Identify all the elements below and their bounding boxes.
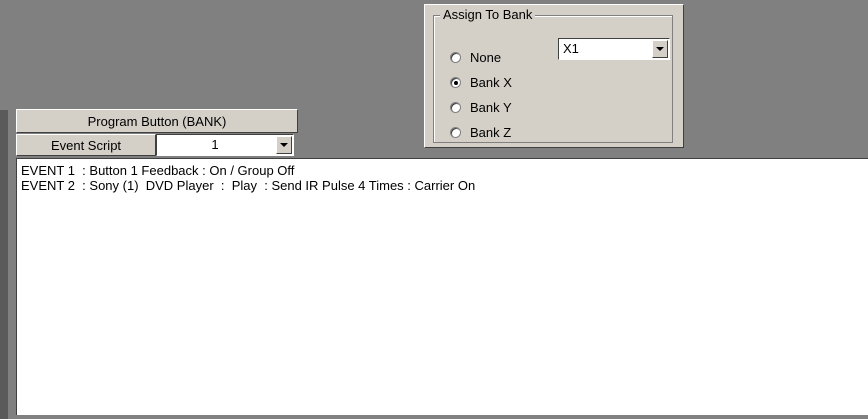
event-script-select[interactable]: 1 xyxy=(156,134,294,156)
radio-none[interactable]: None xyxy=(450,48,501,66)
program-button-header: Program Button (BANK) xyxy=(16,109,298,133)
event-script-label-cell: Event Script xyxy=(16,134,156,156)
chevron-down-icon xyxy=(280,143,288,147)
event-script-label: Event Script xyxy=(50,137,122,153)
chevron-down-icon xyxy=(656,47,664,51)
bank-select[interactable]: X1 xyxy=(558,38,670,60)
assign-to-bank-legend: Assign To Bank xyxy=(440,7,536,22)
radio-bank-x[interactable]: Bank X xyxy=(450,73,512,91)
radio-bank-y-circle[interactable] xyxy=(450,101,461,113)
assign-to-bank-group: Assign To Bank None Bank X Bank Y Bank Z… xyxy=(433,7,673,143)
radio-none-circle[interactable] xyxy=(450,51,461,63)
radio-bank-y[interactable]: Bank Y xyxy=(450,98,512,116)
radio-bank-z-label: Bank Z xyxy=(470,124,512,140)
event-script-value: 1 xyxy=(211,137,219,152)
bank-select-dropdown-button[interactable] xyxy=(652,40,668,58)
program-button-title: Program Button (BANK) xyxy=(87,113,227,129)
event-line: EVENT 2 : Sony (1) DVD Player : Play : S… xyxy=(21,178,476,193)
radio-bank-x-label: Bank X xyxy=(470,74,512,90)
radio-none-label: None xyxy=(470,49,502,65)
event-script-dropdown-button[interactable] xyxy=(276,136,292,154)
window-edge xyxy=(0,110,8,419)
event-script-textarea[interactable]: EVENT 1 : Button 1 Feedback : On / Group… xyxy=(16,158,868,415)
bank-select-value: X1 xyxy=(563,41,579,56)
assign-to-bank-panel: Assign To Bank None Bank X Bank Y Bank Z… xyxy=(424,4,684,148)
radio-bank-z-circle[interactable] xyxy=(450,126,461,138)
event-line: EVENT 1 : Button 1 Feedback : On / Group… xyxy=(21,163,295,178)
radio-bank-y-label: Bank Y xyxy=(470,99,512,115)
radio-bank-z[interactable]: Bank Z xyxy=(450,123,511,141)
radio-bank-x-circle[interactable] xyxy=(450,76,461,88)
